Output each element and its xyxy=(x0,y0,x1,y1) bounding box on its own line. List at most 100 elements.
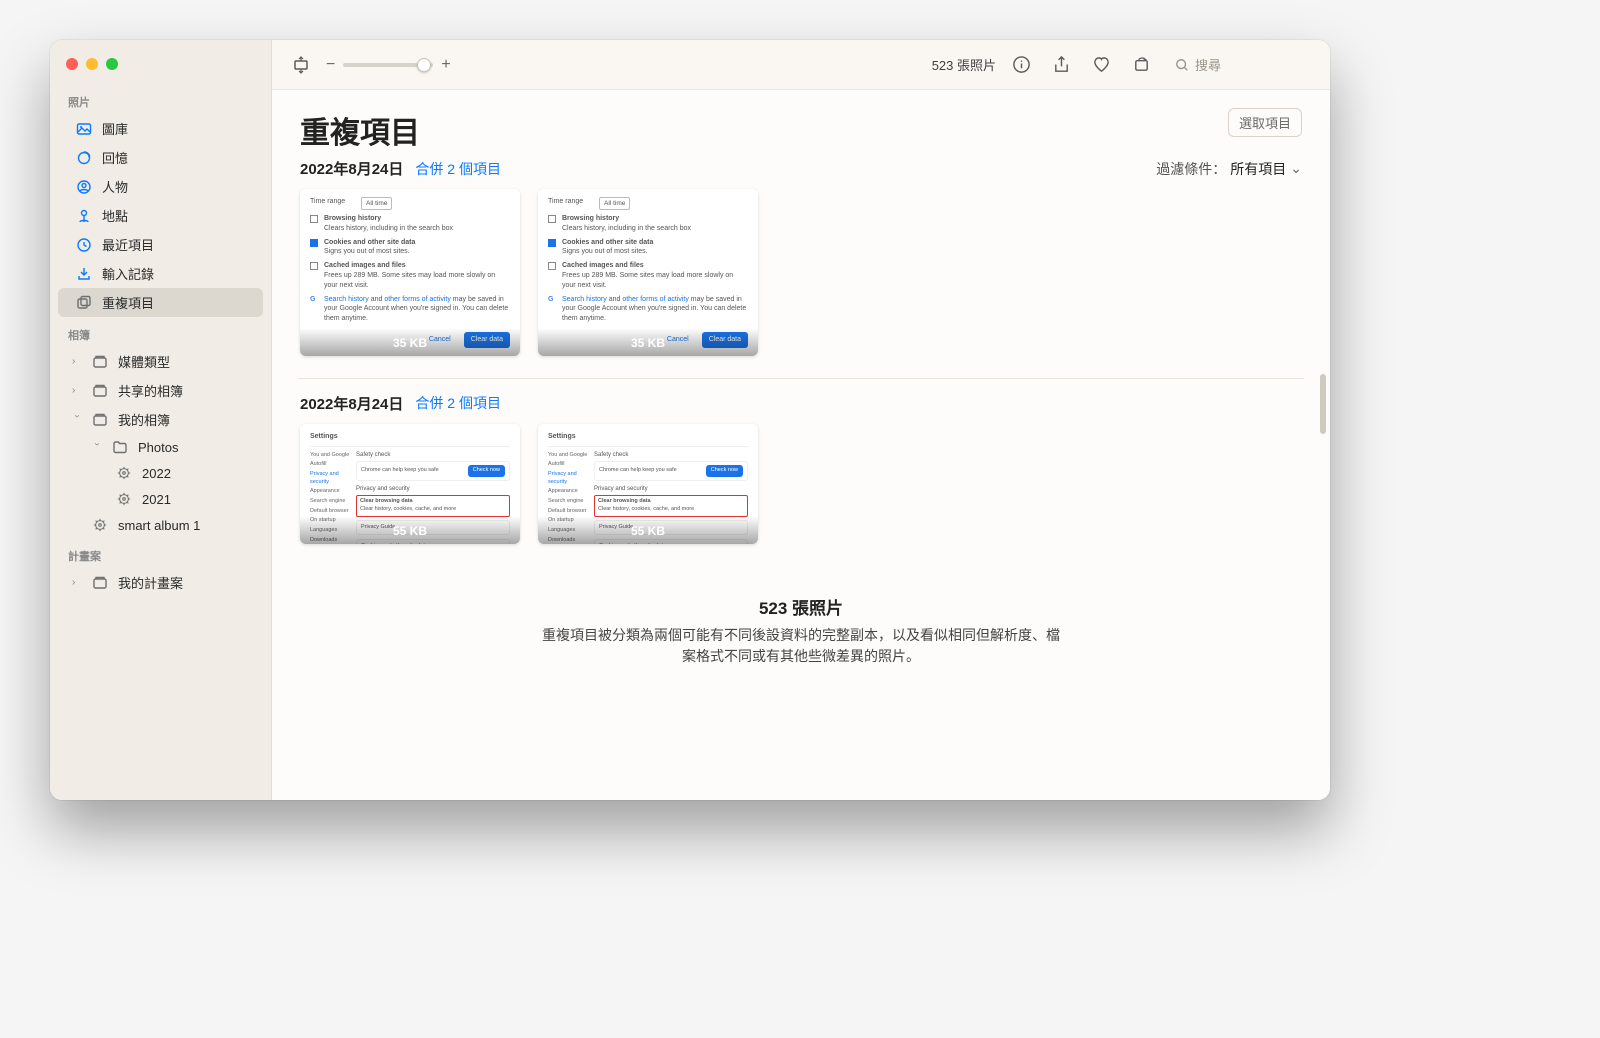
favorite-button[interactable] xyxy=(1086,52,1116,78)
group-header: 2022年8月24日 合併 2 個項目 過濾條件： 所有項目 ⌄ xyxy=(300,158,1302,179)
sidebar-section-projects: 計畫案 xyxy=(50,538,271,568)
search-icon xyxy=(1175,58,1189,72)
sidebar-section-albums: 相簿 xyxy=(50,317,271,347)
sidebar-item-label: Photos xyxy=(138,440,249,455)
footer-description: 重複項目被分類為兩個可能有不同後設資料的完整副本，以及看似相同但解析度、檔案格式… xyxy=(541,625,1061,667)
close-window-button[interactable] xyxy=(66,58,78,70)
album-icon xyxy=(92,412,108,428)
thumbnail-row: Settings You and GoogleAutofillPrivacy a… xyxy=(300,424,1302,544)
sidebar-item-label: 人物 xyxy=(102,177,249,196)
file-size-badge: 55 KB xyxy=(538,516,758,544)
album-icon xyxy=(92,575,108,591)
footer-info: 523 張照片 重複項目被分類為兩個可能有不同後設資料的完整副本，以及看似相同但… xyxy=(300,594,1302,667)
sidebar-item-label: 媒體類型 xyxy=(118,352,249,371)
sidebar-item-label: 2021 xyxy=(142,492,249,507)
sidebar-item-my-projects[interactable]: › 我的計畫案 xyxy=(58,568,263,597)
scrollbar[interactable] xyxy=(1320,374,1326,434)
folder-icon xyxy=(112,439,128,455)
chevron-down-icon: › xyxy=(92,442,103,452)
sidebar-item-my-albums[interactable]: › 我的相簿 xyxy=(58,405,263,434)
toolbar: − + 523 張照片 搜尋 xyxy=(272,40,1330,90)
file-size-badge: 35 KB xyxy=(300,328,520,356)
filter-label: 過濾條件： xyxy=(1156,159,1226,179)
sidebar-smart-album-2021[interactable]: 2021 xyxy=(58,486,263,512)
sidebar-folder-photos[interactable]: › Photos xyxy=(58,434,263,460)
select-items-button[interactable]: 選取項目 xyxy=(1228,108,1302,137)
search-input[interactable]: 搜尋 xyxy=(1166,50,1316,79)
footer-count: 523 張照片 xyxy=(300,594,1302,619)
main-area: − + 523 張照片 搜尋 重複項目 選取項目 xyxy=(272,40,1330,800)
chevron-right-icon: › xyxy=(72,356,82,367)
aspect-toggle-button[interactable] xyxy=(286,52,316,78)
album-icon xyxy=(92,383,108,399)
chevron-down-icon: › xyxy=(72,415,83,425)
import-icon xyxy=(76,266,92,282)
sidebar-item-label: 重複項目 xyxy=(102,293,249,312)
search-placeholder: 搜尋 xyxy=(1195,55,1221,74)
info-button[interactable] xyxy=(1006,52,1036,78)
sidebar-item-imports[interactable]: 輸入記錄 xyxy=(58,259,263,288)
sidebar-item-places[interactable]: 地點 xyxy=(58,201,263,230)
duplicate-thumbnail[interactable]: Time range All time Browsing historyClea… xyxy=(300,189,520,356)
zoom-slider[interactable] xyxy=(343,63,433,67)
duplicate-thumbnail[interactable]: Settings You and GoogleAutofillPrivacy a… xyxy=(538,424,758,544)
sidebar-item-label: 最近項目 xyxy=(102,235,249,254)
sidebar-smart-album-2022[interactable]: 2022 xyxy=(58,460,263,486)
sidebar-item-memories[interactable]: 回憶 xyxy=(58,143,263,172)
duplicate-thumbnail[interactable]: Time range All time Browsing historyClea… xyxy=(538,189,758,356)
group-date: 2022年8月24日 xyxy=(300,158,403,179)
share-button[interactable] xyxy=(1046,52,1076,78)
sidebar-item-label: smart album 1 xyxy=(118,518,249,533)
group-date: 2022年8月24日 xyxy=(300,393,403,414)
clock-icon xyxy=(76,237,92,253)
sidebar-item-duplicates[interactable]: 重複項目 xyxy=(58,288,263,317)
sidebar-item-label: 共享的相簿 xyxy=(118,381,249,400)
duplicate-thumbnail[interactable]: Settings You and GoogleAutofillPrivacy a… xyxy=(300,424,520,544)
sidebar-item-label: 我的相簿 xyxy=(118,410,249,429)
sidebar-item-label: 2022 xyxy=(142,466,249,481)
sidebar-item-library[interactable]: 圖庫 xyxy=(58,114,263,143)
people-icon xyxy=(76,179,92,195)
page-title: 重複項目 xyxy=(300,108,420,152)
merge-link[interactable]: 合併 2 個項目 xyxy=(415,159,501,179)
minimize-window-button[interactable] xyxy=(86,58,98,70)
sidebar-section-photos: 照片 xyxy=(50,84,271,114)
places-icon xyxy=(76,208,92,224)
chevron-right-icon: › xyxy=(72,385,82,396)
sidebar-item-label: 回憶 xyxy=(102,148,249,167)
sidebar-item-label: 地點 xyxy=(102,206,249,225)
zoom-minus-icon[interactable]: − xyxy=(326,56,335,74)
gear-icon xyxy=(116,465,132,481)
sidebar-smart-album-1[interactable]: smart album 1 xyxy=(58,512,263,538)
chevron-down-icon: ⌄ xyxy=(1290,160,1302,177)
rotate-button[interactable] xyxy=(1126,52,1156,78)
sidebar-item-label: 輸入記錄 xyxy=(102,264,249,283)
thumbnail-row: Time range All time Browsing historyClea… xyxy=(300,189,1302,356)
merge-link[interactable]: 合併 2 個項目 xyxy=(415,393,501,413)
file-size-badge: 55 KB xyxy=(300,516,520,544)
sidebar-item-media-types[interactable]: › 媒體類型 xyxy=(58,347,263,376)
app-window: 照片 圖庫 回憶 人物 地點 最近項目 輸入記錄 重複項目 相簿 xyxy=(50,40,1330,800)
sidebar-item-shared-albums[interactable]: › 共享的相簿 xyxy=(58,376,263,405)
gear-icon xyxy=(92,517,108,533)
sidebar: 照片 圖庫 回憶 人物 地點 最近項目 輸入記錄 重複項目 相簿 xyxy=(50,40,272,800)
window-controls xyxy=(50,50,271,84)
file-size-badge: 35 KB xyxy=(538,328,758,356)
group-header: 2022年8月24日 合併 2 個項目 xyxy=(300,393,1302,414)
filter-dropdown[interactable]: 過濾條件： 所有項目 ⌄ xyxy=(1156,159,1302,179)
memories-icon xyxy=(76,150,92,166)
sidebar-item-label: 圖庫 xyxy=(102,119,249,138)
sidebar-item-recents[interactable]: 最近項目 xyxy=(58,230,263,259)
content-area: 重複項目 選取項目 2022年8月24日 合併 2 個項目 過濾條件： 所有項目… xyxy=(272,90,1330,800)
group-divider xyxy=(298,378,1304,379)
filter-value: 所有項目 xyxy=(1230,159,1286,179)
gear-icon xyxy=(116,491,132,507)
library-icon xyxy=(76,121,92,137)
chevron-right-icon: › xyxy=(72,577,82,588)
zoom-control[interactable]: − + xyxy=(326,56,451,74)
album-icon xyxy=(92,354,108,370)
fullscreen-window-button[interactable] xyxy=(106,58,118,70)
sidebar-item-label: 我的計畫案 xyxy=(118,573,249,592)
sidebar-item-people[interactable]: 人物 xyxy=(58,172,263,201)
zoom-plus-icon[interactable]: + xyxy=(441,56,450,74)
